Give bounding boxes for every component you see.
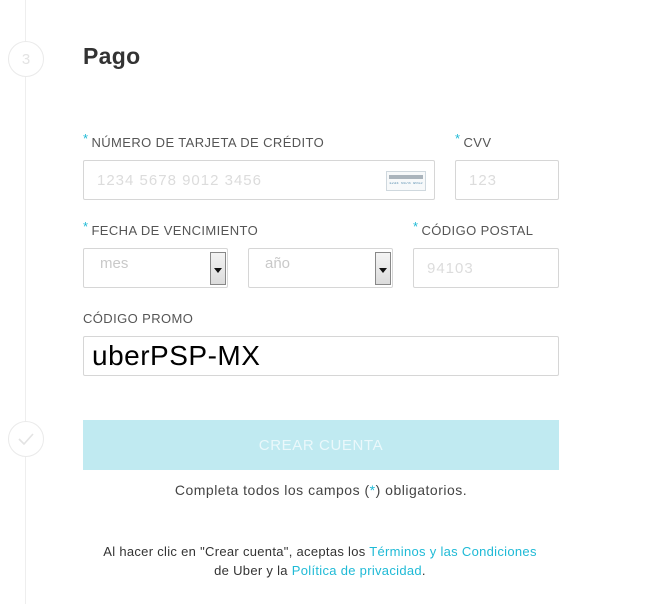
chevron-down-icon[interactable] [375,252,391,285]
postal-code-label: * CÓDIGO POSTAL [413,219,534,238]
step-number-badge: 3 [8,41,44,77]
promo-input[interactable] [84,337,558,375]
year-value: año [265,255,291,272]
step-number: 3 [21,50,31,68]
card-number-field[interactable]: 1234 5678 9012 [83,160,435,200]
expiry-label: * FECHA DE VENCIMIENTO [83,219,259,238]
cvv-input[interactable] [456,161,558,199]
required-fields-note: Completa todos los campos (*) obligatori… [174,482,468,498]
terms-link[interactable]: Términos y las Condiciones [369,544,536,559]
expiry-month-select[interactable]: mes [83,248,228,288]
required-marker: * [413,219,419,234]
promo-label: CÓDIGO PROMO [83,311,194,326]
create-account-button[interactable]: CREAR CUENTA [83,420,559,470]
card-number-label: * NÚMERO DE TARJETA DE CRÉDITO [83,131,325,150]
check-icon [8,421,44,457]
promo-field[interactable] [83,336,559,376]
expiry-year-select[interactable]: año [248,248,393,288]
credit-card-icon: 1234 5678 9012 [386,171,426,191]
cvv-label: * CVV [455,131,492,150]
month-value: mes [100,255,129,272]
section-title: Pago [83,43,141,69]
required-marker: * [83,219,89,234]
progress-line [25,0,26,604]
privacy-link[interactable]: Política de privacidad [292,563,422,578]
card-number-input[interactable] [84,161,434,199]
cvv-field[interactable] [455,160,559,200]
postal-code-field[interactable] [413,248,559,288]
legal-text: Al hacer clic en "Crear cuenta", aceptas… [103,544,537,578]
required-marker: * [455,131,461,146]
required-marker: * [83,131,89,146]
chevron-down-icon[interactable] [210,252,226,285]
postal-code-input[interactable] [414,249,558,287]
